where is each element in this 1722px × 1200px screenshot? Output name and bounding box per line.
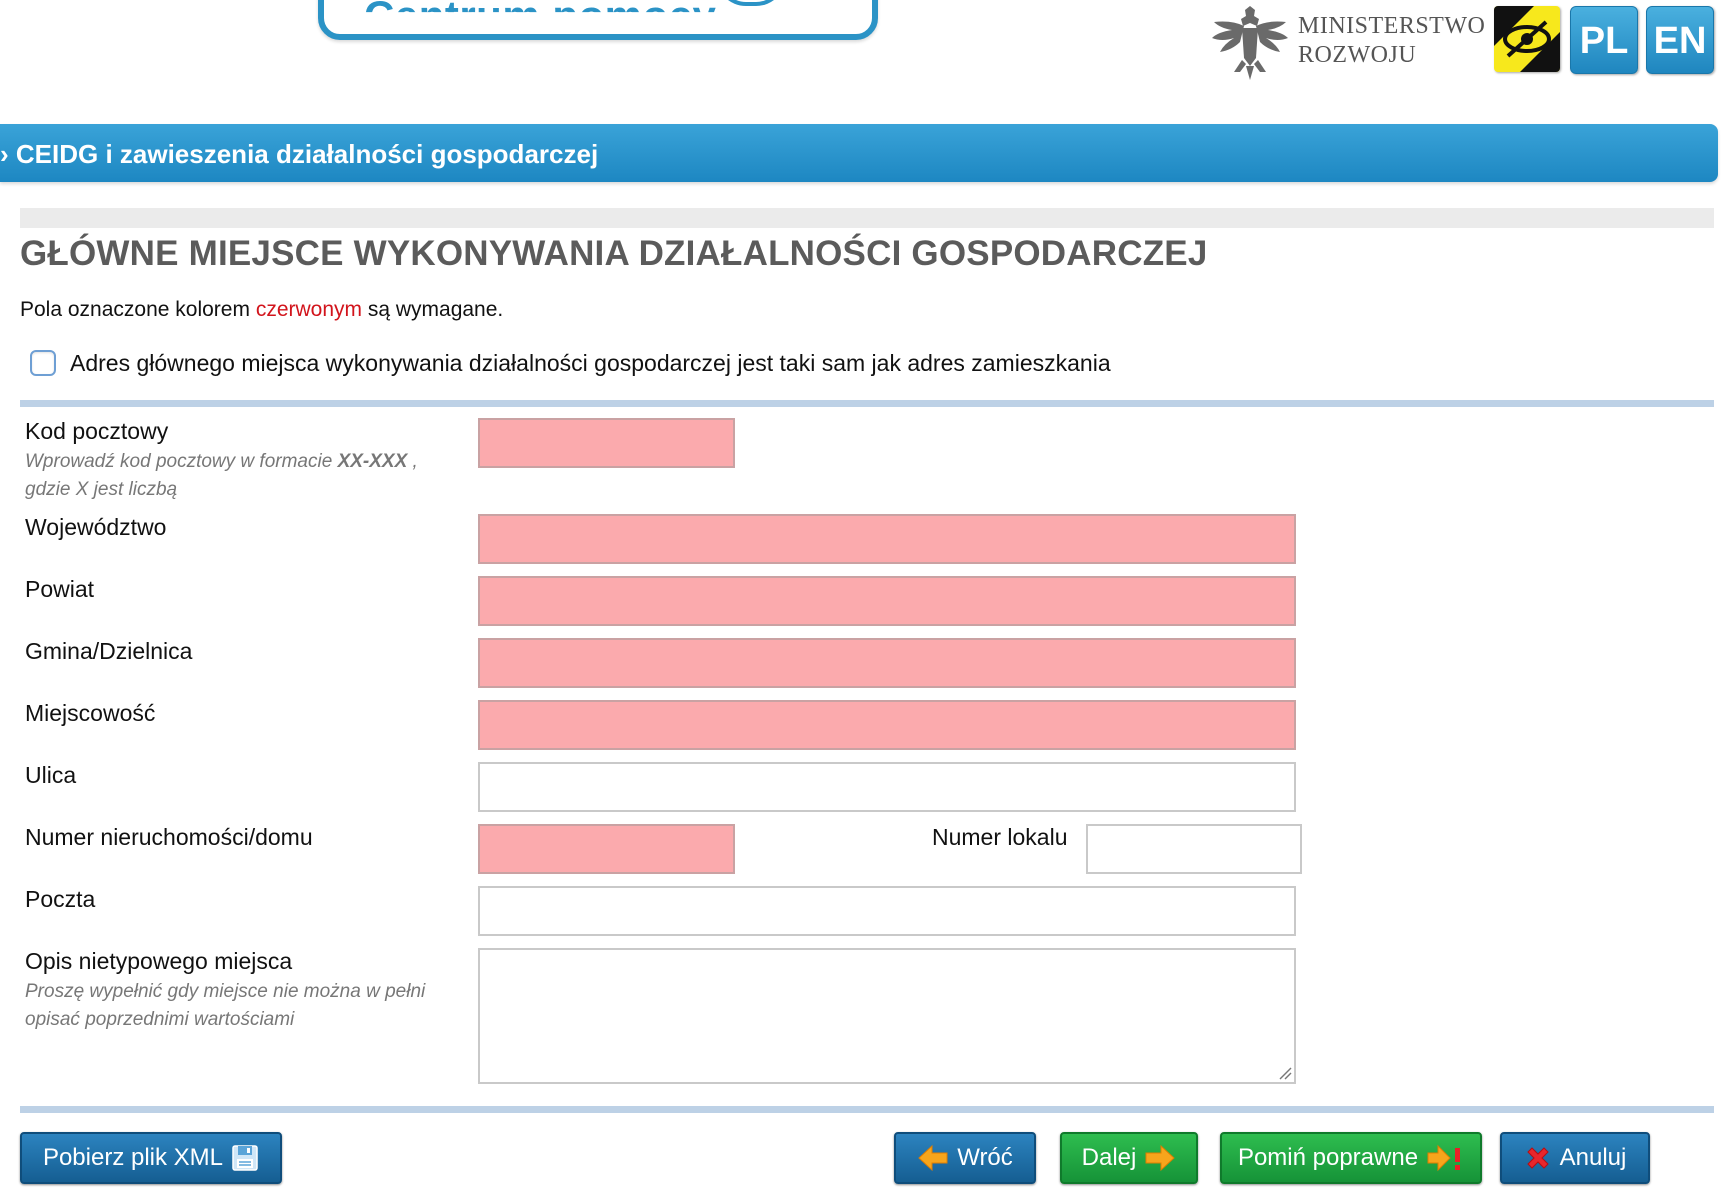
same-address-option[interactable]: Adres głównego miejsca wykonywania dział… <box>30 348 1111 378</box>
unusual-place-hint-line1: Proszę wypełnić gdy miejsce nie można w … <box>25 981 426 1002</box>
county-select[interactable] <box>478 576 1296 626</box>
ministry-name-line2: ROZWOJU <box>1298 42 1417 68</box>
apartment-number-input[interactable] <box>1086 824 1302 874</box>
back-button[interactable]: Wróć <box>894 1132 1036 1184</box>
same-address-label: Adres głównego miejsca wykonywania dział… <box>70 349 1111 376</box>
postal-code-hint: Wprowadź kod pocztowy w formacie XX-XXX … <box>25 448 418 504</box>
help-center-button[interactable]: Centrum pomocy 24h ⌄ <box>318 0 878 40</box>
unusual-place-label: Opis nietypowego miejsca <box>25 948 293 974</box>
county-label: Powiat <box>25 576 95 602</box>
arrow-left-icon <box>918 1144 948 1172</box>
resize-grip-icon[interactable] <box>1278 1066 1292 1080</box>
ministry-name: MINISTERSTWO ROZWOJU <box>1298 12 1485 70</box>
arrow-right-icon <box>1145 1144 1176 1172</box>
download-xml-label: Pobierz plik XML <box>42 1144 224 1171</box>
ministry-logo[interactable]: MINISTERSTWO ROZWOJU <box>1208 0 1498 84</box>
form-top-divider <box>20 400 1714 407</box>
eye-crossed-icon <box>1494 6 1560 72</box>
house-number-label: Numer nieruchomości/domu <box>25 824 313 850</box>
arrow-right-exclamation-icon <box>1427 1144 1461 1172</box>
street-input[interactable] <box>478 762 1296 812</box>
next-label: Dalej <box>1081 1144 1137 1171</box>
required-note-color-word: czerwonym <box>255 298 363 321</box>
post-office-label: Poczta <box>25 886 96 912</box>
unusual-place-hint-line2: opisać poprzednimi wartościami <box>25 1009 295 1030</box>
eagle-emblem-icon <box>1212 6 1288 80</box>
next-button[interactable]: Dalej <box>1060 1132 1198 1184</box>
same-address-checkbox[interactable] <box>30 350 56 376</box>
skip-valid-button[interactable]: Pomiń poprawne <box>1220 1132 1482 1184</box>
page-title: GŁÓWNE MIEJSCE WYKONYWANIA DZIAŁALNOŚCI … <box>20 234 1208 273</box>
locality-select[interactable] <box>478 700 1296 750</box>
commune-select[interactable] <box>478 638 1296 688</box>
cancel-label: Anuluj <box>1559 1144 1627 1171</box>
title-strip <box>20 208 1714 228</box>
postal-code-hint-prefix: Wprowadź kod pocztowy w formacie <box>25 451 338 472</box>
postal-code-input[interactable] <box>478 418 735 468</box>
required-note-prefix: Pola oznaczone kolorem <box>20 298 256 321</box>
floppy-disk-icon <box>232 1145 258 1171</box>
lang-pl-button[interactable]: PL <box>1570 6 1638 74</box>
help-center-label: Centrum pomocy <box>364 0 717 39</box>
locality-label: Miejscowość <box>25 700 156 726</box>
commune-label: Gmina/Dzielnica <box>25 638 193 664</box>
postal-code-hint-line2: gdzie X jest liczbą <box>25 479 178 500</box>
house-number-input[interactable] <box>478 824 735 874</box>
street-label: Ulica <box>25 762 77 788</box>
cancel-button[interactable]: Anuluj <box>1500 1132 1650 1184</box>
required-fields-note: Pola oznaczone kolorem czerwonym są wyma… <box>20 298 503 322</box>
unusual-place-hint: Proszę wypełnić gdy miejsce nie można w … <box>25 978 425 1034</box>
skip-valid-label: Pomiń poprawne <box>1237 1144 1419 1171</box>
high-contrast-button[interactable] <box>1494 6 1560 72</box>
section-banner: › CEIDG i zawieszenia działalności gospo… <box>0 124 1718 182</box>
apartment-number-label: Numer lokalu <box>932 824 1068 850</box>
download-xml-button[interactable]: Pobierz plik XML <box>20 1132 282 1184</box>
ministry-name-line1: MINISTERSTWO <box>1298 13 1486 39</box>
form-bottom-divider <box>20 1106 1714 1113</box>
required-note-suffix: są wymagane. <box>362 298 504 321</box>
close-icon <box>1526 1147 1549 1169</box>
postal-code-hint-format: XX-XXX <box>337 451 408 472</box>
post-office-input[interactable] <box>478 886 1296 936</box>
unusual-place-textarea[interactable] <box>478 948 1296 1084</box>
help-24h-badge: 24h <box>716 0 786 6</box>
postal-code-label: Kod pocztowy <box>25 418 169 444</box>
voivodeship-select[interactable] <box>478 514 1296 564</box>
lang-en-button[interactable]: EN <box>1646 6 1714 74</box>
postal-code-hint-suffix: , <box>407 451 418 472</box>
back-label: Wróć <box>957 1144 1013 1171</box>
voivodeship-label: Województwo <box>25 514 167 540</box>
section-banner-title: › CEIDG i zawieszenia działalności gospo… <box>0 139 599 169</box>
